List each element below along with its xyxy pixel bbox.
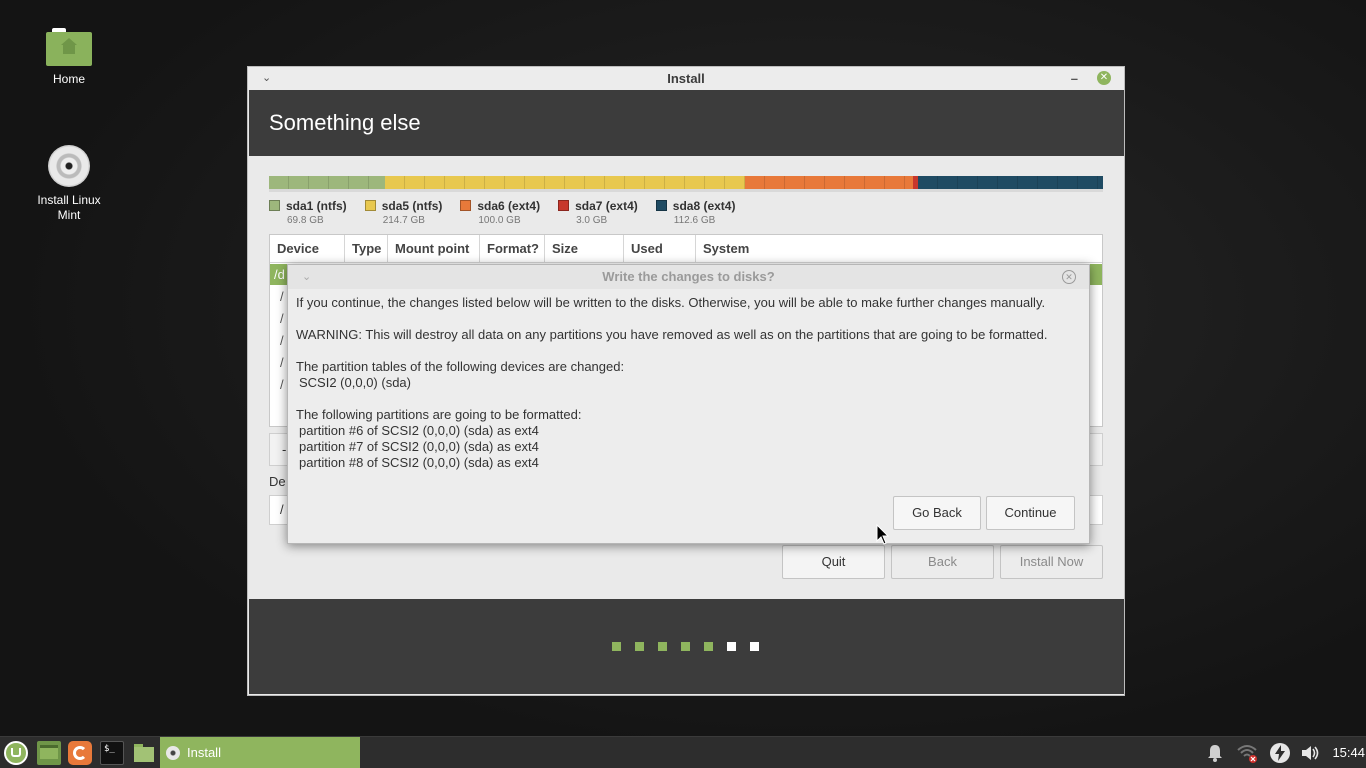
desktop-icon-label: Home: [52, 72, 85, 86]
partition-tables-heading: The partition tables of the following de…: [296, 359, 625, 374]
minimize-icon[interactable]: –: [1071, 67, 1078, 90]
continue-button[interactable]: Continue: [986, 496, 1075, 530]
install-now-button[interactable]: Install Now: [1000, 545, 1103, 579]
window-title: Install: [667, 71, 705, 86]
firefox-icon[interactable]: [68, 741, 92, 765]
column-header-type[interactable]: Type: [345, 235, 388, 262]
legend-size: 100.0 GB: [478, 215, 521, 226]
table-row[interactable]: /: [280, 289, 284, 304]
progress-dot-todo: [749, 641, 760, 652]
legend-name: sda6 (ext4): [477, 199, 541, 213]
table-row[interactable]: /: [280, 355, 284, 370]
partition-legend: sda1 (ntfs) 69.8 GB sda5 (ntfs) 214.7 GB…: [269, 199, 753, 226]
menu-button-mint-icon[interactable]: [4, 741, 28, 765]
installer-footer: [249, 599, 1124, 694]
desktop-icon-install-linux-mint[interactable]: Install Linux Mint: [24, 145, 114, 223]
column-header-device[interactable]: Device: [270, 235, 345, 262]
format-item: partition #6 of SCSI2 (0,0,0) (sda) as e…: [299, 423, 539, 438]
back-button[interactable]: Back: [891, 545, 994, 579]
remove-partition-button[interactable]: -: [282, 442, 286, 457]
legend-swatch: [269, 200, 280, 211]
column-header-mount-point[interactable]: Mount point: [388, 235, 480, 262]
legend-swatch: [655, 200, 667, 211]
legend-size: 112.6 GB: [673, 215, 716, 226]
page-header: Something else: [249, 90, 1124, 156]
table-row[interactable]: /: [280, 377, 284, 392]
go-back-button[interactable]: Go Back: [893, 496, 981, 530]
taskbar-window-install[interactable]: Install: [160, 737, 360, 768]
progress-dot-done: [657, 641, 668, 652]
progress-dot-done: [611, 641, 622, 652]
legend-size: 214.7 GB: [382, 215, 425, 226]
column-header-format[interactable]: Format?: [480, 235, 545, 262]
legend-swatch: [364, 200, 376, 211]
window-titlebar[interactable]: ⌄ Install – ✕: [248, 67, 1124, 90]
dialog-menu-icon[interactable]: ⌄: [302, 265, 311, 289]
table-row[interactable]: /: [280, 311, 284, 326]
partition-segment-sda1: [269, 176, 385, 189]
volume-icon[interactable]: [1299, 742, 1321, 764]
dialog-warning: WARNING: This will destroy all data on a…: [296, 327, 1048, 342]
legend-name: sda5 (ntfs): [381, 199, 443, 213]
legend-name: sda7 (ext4): [575, 199, 638, 213]
legend-swatch: [558, 200, 570, 211]
format-heading: The following partitions are going to be…: [296, 407, 582, 422]
legend-item-sda7: sda7 (ext4) 3.0 GB: [558, 199, 638, 226]
partition-table-header: Device Type Mount point Format? Size Use…: [270, 235, 1102, 263]
partition-usage-bar: [269, 176, 1103, 192]
progress-dot-todo: [726, 641, 737, 652]
disc-icon: [48, 145, 90, 187]
column-header-used[interactable]: Used: [624, 235, 696, 262]
format-item: partition #7 of SCSI2 (0,0,0) (sda) as e…: [299, 439, 539, 454]
legend-item-sda8: sda8 (ext4) 112.6 GB: [655, 199, 736, 226]
taskbar-window-label: Install: [187, 745, 221, 760]
dialog-message: If you continue, the changes listed belo…: [296, 295, 1086, 471]
progress-dot-done: [703, 641, 714, 652]
show-desktop-icon[interactable]: [37, 741, 61, 765]
write-changes-dialog: ⌄ Write the changes to disks? ✕ If you c…: [287, 264, 1090, 544]
notifications-bell-icon[interactable]: [1204, 742, 1226, 764]
boot-loader-label: De: [269, 474, 286, 489]
format-item: partition #8 of SCSI2 (0,0,0) (sda) as e…: [299, 455, 539, 470]
progress-dots: [611, 641, 772, 652]
panel-clock[interactable]: 15:44: [1332, 737, 1365, 768]
terminal-icon[interactable]: $_: [100, 741, 124, 765]
progress-dot-done: [634, 641, 645, 652]
legend-item-sda5: sda5 (ntfs) 214.7 GB: [364, 199, 443, 226]
desktop-icon-label: Install Linux Mint: [37, 193, 101, 222]
dialog-close-icon[interactable]: ✕: [1062, 270, 1076, 284]
column-header-system[interactable]: System: [696, 235, 1102, 262]
partition-segment-sda5: [385, 176, 745, 189]
files-icon[interactable]: [132, 741, 156, 765]
dialog-title: Write the changes to disks?: [602, 269, 775, 284]
partition-segment-sda6: [745, 176, 913, 189]
legend-name: sda8 (ext4): [672, 199, 736, 213]
quit-button[interactable]: Quit: [782, 545, 885, 579]
network-wifi-icon[interactable]: [1236, 742, 1258, 764]
window-menu-icon[interactable]: ⌄: [262, 67, 271, 90]
desktop-icon-home[interactable]: Home: [24, 28, 114, 87]
changed-device: SCSI2 (0,0,0) (sda): [299, 375, 411, 390]
column-header-size[interactable]: Size: [545, 235, 624, 262]
power-icon[interactable]: [1269, 742, 1291, 764]
legend-swatch: [460, 200, 472, 211]
dialog-titlebar[interactable]: ⌄ Write the changes to disks? ✕: [288, 265, 1089, 289]
legend-name: sda1 (ntfs): [286, 199, 347, 213]
mouse-cursor-icon: [876, 524, 890, 545]
taskbar: $_ Install 15:44: [0, 736, 1366, 768]
legend-size: 69.8 GB: [287, 215, 324, 226]
close-icon[interactable]: ✕: [1097, 71, 1111, 85]
legend-size: 3.0 GB: [576, 215, 608, 226]
legend-item-sda1: sda1 (ntfs) 69.8 GB: [269, 199, 347, 226]
dialog-intro: If you continue, the changes listed belo…: [296, 295, 1046, 310]
home-folder-icon: [46, 28, 92, 66]
legend-item-sda6: sda6 (ext4) 100.0 GB: [460, 199, 540, 226]
table-row[interactable]: /: [280, 333, 284, 348]
progress-dot-done: [680, 641, 691, 652]
partition-segment-sda8: [918, 176, 1103, 189]
disc-icon: [166, 746, 180, 760]
